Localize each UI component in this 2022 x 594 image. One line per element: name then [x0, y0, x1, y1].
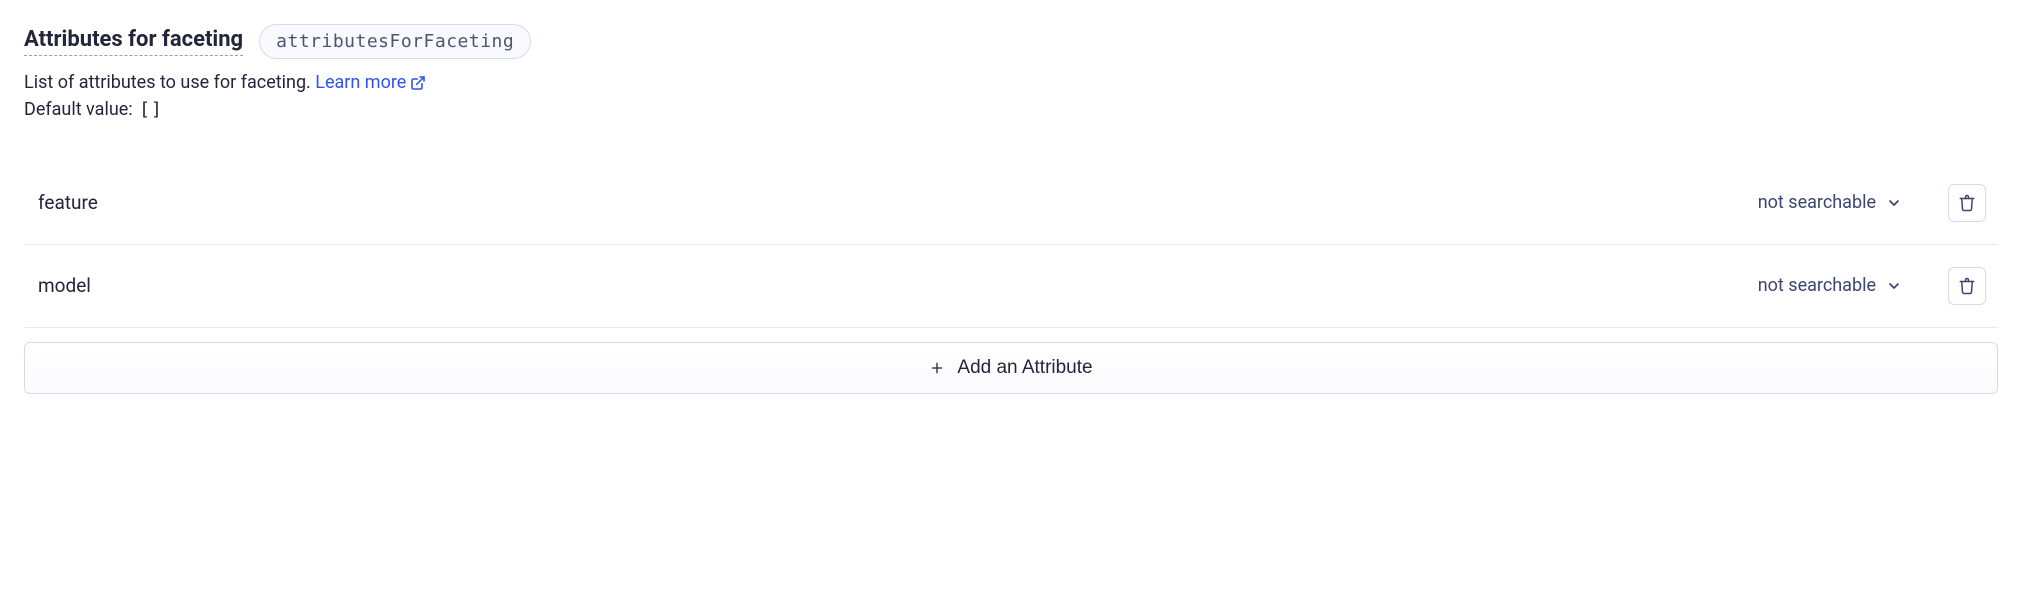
api-name-badge: attributesForFaceting: [259, 24, 531, 59]
section-description: List of attributes to use for faceting. …: [24, 69, 1998, 97]
attribute-row: model not searchable: [24, 245, 1998, 328]
attribute-mode-label: not searchable: [1758, 275, 1876, 296]
attribute-mode-dropdown[interactable]: not searchable: [1750, 269, 1910, 302]
learn-more-link[interactable]: Learn more: [315, 69, 426, 97]
attribute-name: feature: [38, 191, 1750, 214]
add-attribute-label: Add an Attribute: [957, 357, 1092, 379]
chevron-down-icon: [1886, 195, 1902, 211]
trash-icon: [1958, 194, 1976, 212]
section-header: Attributes for faceting attributesForFac…: [24, 24, 1998, 59]
default-value-line: Default value: []: [24, 99, 1998, 120]
trash-icon: [1958, 277, 1976, 295]
attribute-row: feature not searchable: [24, 162, 1998, 245]
delete-attribute-button[interactable]: [1948, 267, 1986, 305]
add-attribute-button[interactable]: Add an Attribute: [24, 342, 1998, 394]
default-value-code: []: [139, 99, 163, 120]
description-text: List of attributes to use for faceting.: [24, 72, 311, 93]
attribute-mode-dropdown[interactable]: not searchable: [1750, 186, 1910, 219]
learn-more-label: Learn more: [315, 69, 406, 97]
delete-attribute-button[interactable]: [1948, 184, 1986, 222]
plus-icon: [929, 360, 945, 376]
attribute-list: feature not searchable model not searcha…: [24, 162, 1998, 328]
default-value-label: Default value:: [24, 99, 133, 120]
chevron-down-icon: [1886, 278, 1902, 294]
attribute-mode-label: not searchable: [1758, 192, 1876, 213]
attribute-name: model: [38, 274, 1750, 297]
section-title: Attributes for faceting: [24, 27, 243, 56]
external-link-icon: [410, 75, 426, 91]
